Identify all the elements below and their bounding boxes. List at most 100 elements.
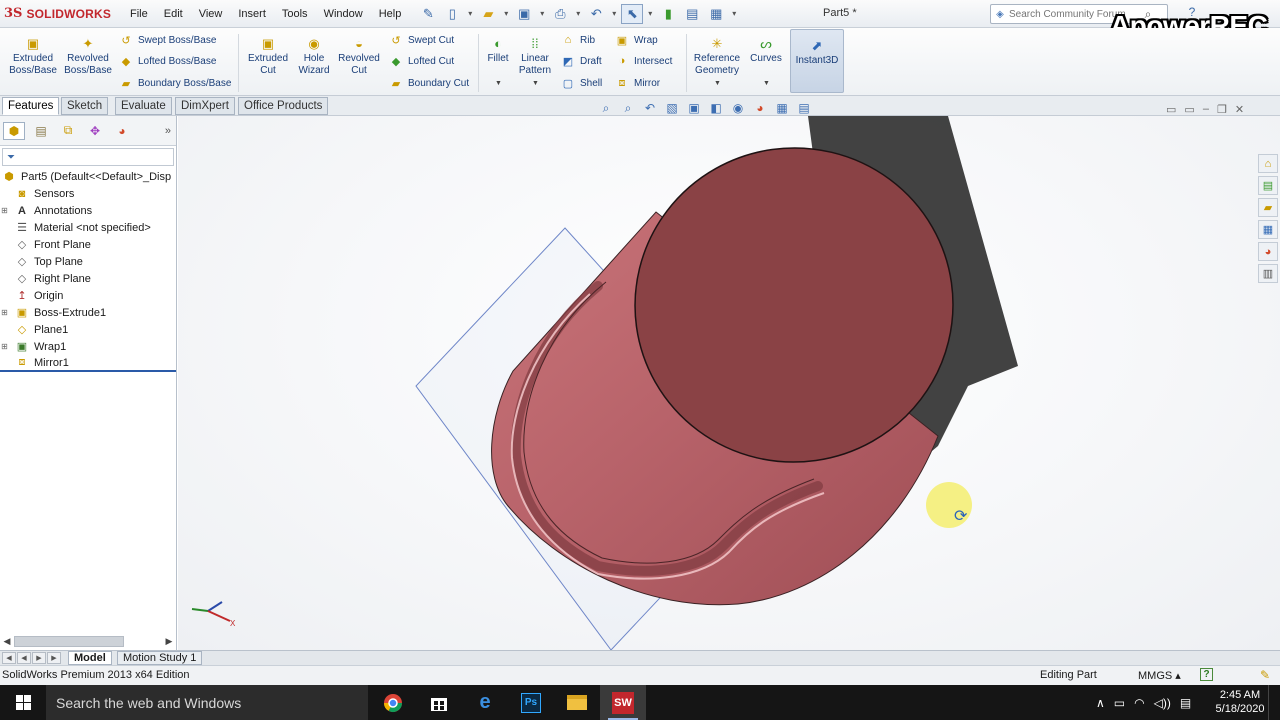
tree-item-mirror1[interactable]: ⧈ Mirror1	[0, 355, 176, 372]
last-tab-icon[interactable]: ▶	[47, 652, 61, 664]
chevron-down-icon[interactable]: ▾	[465, 4, 475, 24]
wifi-icon[interactable]: ◠	[1134, 696, 1144, 710]
quick-tips-icon[interactable]: ✎	[1260, 668, 1270, 682]
taskbar-search[interactable]: Search the web and Windows	[46, 685, 368, 720]
chevron-down-icon[interactable]: ▼	[714, 80, 721, 87]
extruded-boss-button[interactable]: ▣ Extruded Boss/Base	[6, 36, 60, 77]
menu-help[interactable]: Help	[371, 0, 410, 28]
instant3d-button[interactable]: ⬈ Instant3D	[790, 29, 844, 93]
display-manager-icon[interactable]: ◕	[111, 122, 133, 140]
tree-item-origin[interactable]: ↥ Origin	[0, 287, 176, 304]
search-scope-icon[interactable]: ◈	[991, 9, 1009, 20]
graphics-area[interactable]: X ⌂ ▤ ▰ ▦ ◕ ▥ ⟳	[178, 116, 1280, 650]
expand-panel-icon[interactable]: »	[165, 125, 171, 137]
new-document-icon[interactable]: ▯	[441, 4, 463, 24]
start-button[interactable]	[0, 685, 46, 720]
linear-pattern-button[interactable]: ⁞⁞ Linear Pattern	[514, 36, 556, 77]
file-explorer-icon[interactable]: ▰	[1258, 198, 1278, 217]
apply-scene-icon[interactable]: ▦	[772, 101, 792, 116]
solidworks-taskbar-icon[interactable]: SW	[600, 685, 646, 720]
rib-button[interactable]: ⌂ Rib	[560, 31, 595, 49]
draft-button[interactable]: ◩ Draft	[560, 52, 602, 70]
pin-icon[interactable]: ✎	[417, 4, 439, 24]
zoom-to-area-icon[interactable]: ⌕	[618, 101, 638, 116]
mirror-button[interactable]: ⧈ Mirror	[614, 74, 661, 92]
expand-toggle-icon[interactable]: ⊞	[0, 342, 9, 351]
configuration-manager-icon[interactable]: ⧉	[57, 122, 79, 140]
print-icon[interactable]: ⎙	[549, 4, 571, 24]
tree-item-sensors[interactable]: ◙ Sensors	[0, 185, 176, 202]
chevron-up-icon[interactable]: ∧	[1096, 696, 1105, 710]
home-icon[interactable]: ⌂	[1258, 154, 1278, 173]
hole-wizard-button[interactable]: ◉ Hole Wizard	[294, 36, 334, 77]
expand-toggle-icon[interactable]: ⊞	[0, 308, 9, 317]
file-properties-icon[interactable]: ▤	[681, 4, 703, 24]
boundary-boss-button[interactable]: ▰ Boundary Boss/Base	[118, 74, 232, 92]
tab-evaluate[interactable]: Evaluate	[115, 97, 172, 115]
revolved-boss-button[interactable]: ✦ Revolved Boss/Base	[62, 36, 114, 77]
tree-item-part5[interactable]: ⬢ Part5 (Default<<Default>_Disp	[0, 168, 176, 185]
wrap-button[interactable]: ▣ Wrap	[614, 31, 658, 49]
taskbar-clock[interactable]: 2:45 AM 5/18/2020	[1214, 688, 1266, 716]
extruded-cut-button[interactable]: ▣ Extruded Cut	[244, 36, 292, 77]
undo-icon[interactable]: ↶	[585, 4, 607, 24]
action-center-icon[interactable]: ▤	[1180, 696, 1191, 710]
menu-window[interactable]: Window	[316, 0, 371, 28]
open-folder-icon[interactable]: ▰	[477, 4, 499, 24]
tab-model[interactable]: Model	[68, 651, 112, 665]
part-model-view[interactable]: X	[178, 116, 1280, 650]
tree-item-plane1[interactable]: ◇ Plane1	[0, 321, 176, 338]
tab-features[interactable]: Features	[2, 97, 60, 115]
edit-appearance-icon[interactable]: ◕	[750, 101, 770, 116]
reference-geometry-button[interactable]: ✳ Reference Geometry	[690, 36, 744, 77]
view-triad[interactable]: X	[191, 601, 236, 628]
menu-file[interactable]: File	[122, 0, 156, 28]
shell-button[interactable]: ▢ Shell	[560, 74, 602, 92]
menu-edit[interactable]: Edit	[156, 0, 191, 28]
restore-icon[interactable]: ❐	[1217, 103, 1227, 116]
tree-item-boss-extrude1[interactable]: ⊞ ▣ Boss-Extrude1	[0, 304, 176, 321]
design-library-icon[interactable]: ▤	[1258, 176, 1278, 195]
next-tab-icon[interactable]: ▶	[32, 652, 46, 664]
swept-boss-button[interactable]: ↺ Swept Boss/Base	[118, 31, 216, 49]
view-orientation-icon[interactable]: ▣	[684, 101, 704, 116]
curves-button[interactable]: ᔕ Curves	[748, 36, 784, 65]
zoom-to-fit-icon[interactable]: ⌕	[596, 101, 616, 116]
units-selector[interactable]: MMGS ▴	[1138, 669, 1181, 682]
tree-item-right-plane[interactable]: ◇ Right Plane	[0, 270, 176, 287]
tree-item-annotations[interactable]: ⊞ A Annotations	[0, 202, 176, 219]
menu-view[interactable]: View	[191, 0, 231, 28]
rebuild-icon[interactable]: ▮	[657, 4, 679, 24]
tab-motion-study-1[interactable]: Motion Study 1	[117, 651, 203, 665]
section-view-icon[interactable]: ▧	[662, 101, 682, 116]
tree-item-front-plane[interactable]: ◇ Front Plane	[0, 236, 176, 253]
tree-item-material[interactable]: ☰ Material <not specified>	[0, 219, 176, 236]
chevron-down-icon[interactable]: ▾	[645, 4, 655, 24]
tree-item-top-plane[interactable]: ◇ Top Plane	[0, 253, 176, 270]
scroll-thumb[interactable]	[14, 635, 124, 647]
chrome-icon[interactable]	[370, 685, 416, 720]
solidworks-logo[interactable]: 3S SOLIDWORKS	[0, 0, 122, 28]
property-manager-icon[interactable]: ▤	[30, 122, 52, 140]
store-icon[interactable]	[416, 685, 462, 720]
menu-tools[interactable]: Tools	[274, 0, 316, 28]
volume-icon[interactable]: ◁))	[1154, 696, 1171, 710]
cascade-icon[interactable]: ▭	[1184, 103, 1194, 116]
close-icon[interactable]: ✕	[1235, 103, 1244, 116]
edge-icon[interactable]: e	[462, 685, 508, 720]
intersect-button[interactable]: ◑ Intersect	[614, 52, 673, 70]
swept-cut-button[interactable]: ↺ Swept Cut	[388, 31, 454, 49]
hide-show-items-icon[interactable]: ◉	[728, 101, 748, 116]
chevron-down-icon[interactable]: ▼	[495, 80, 502, 87]
show-desktop-button[interactable]	[1268, 685, 1280, 720]
lofted-cut-button[interactable]: ◆ Lofted Cut	[388, 52, 454, 70]
boundary-cut-button[interactable]: ▰ Boundary Cut	[388, 74, 469, 92]
custom-properties-icon[interactable]: ▥	[1258, 264, 1278, 283]
scroll-left-icon[interactable]: ◀	[0, 636, 14, 647]
chevron-down-icon[interactable]: ▾	[573, 4, 583, 24]
tab-sketch[interactable]: Sketch	[61, 97, 109, 115]
tab-dimxpert[interactable]: DimXpert	[175, 97, 235, 115]
select-cursor-icon[interactable]: ⬉	[621, 3, 644, 24]
tab-office-products[interactable]: Office Products	[238, 97, 329, 115]
photoshop-icon[interactable]: Ps	[508, 685, 554, 720]
